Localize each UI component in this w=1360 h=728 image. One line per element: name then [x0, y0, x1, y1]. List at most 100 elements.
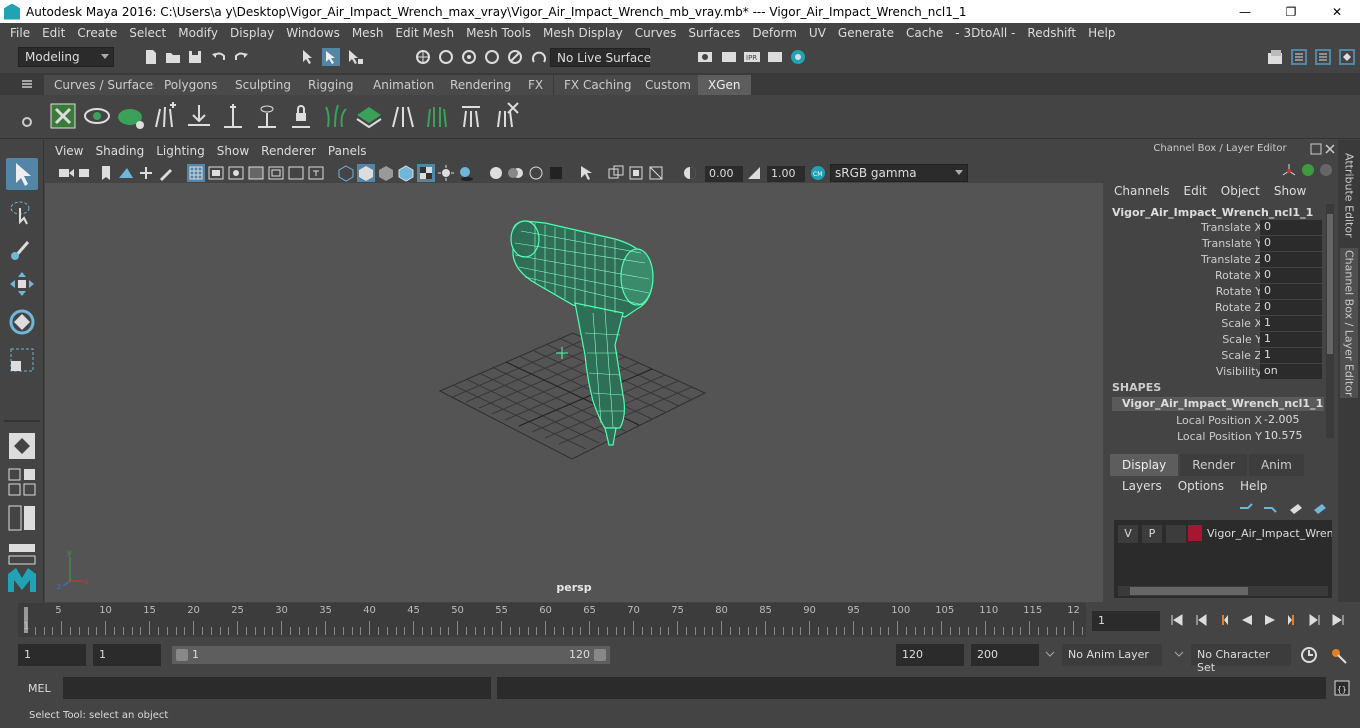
float-panel-icon[interactable] — [1310, 143, 1322, 155]
mel-command-input[interactable] — [63, 677, 491, 699]
range-bar[interactable]: 1 120 — [172, 646, 610, 664]
mode-selector[interactable]: Modeling — [18, 47, 114, 67]
xgen-groom-brush-icon[interactable] — [422, 101, 452, 131]
use-all-lights-icon[interactable] — [437, 164, 455, 182]
range-end-handle[interactable] — [594, 649, 606, 661]
open-scene-icon[interactable] — [164, 48, 182, 66]
menu-select[interactable]: Select — [123, 26, 172, 40]
image-plane-icon[interactable] — [117, 164, 135, 182]
field-chart-icon[interactable] — [267, 164, 285, 182]
attr-value[interactable]: 0 — [1260, 284, 1322, 299]
snap-to-curve-icon[interactable] — [437, 48, 455, 66]
panel-menu-show[interactable]: Show — [211, 144, 255, 158]
exposure-icon[interactable] — [681, 164, 699, 182]
camera-attributes-icon[interactable] — [77, 164, 95, 182]
create-layer-from-selected-icon[interactable] — [1312, 500, 1328, 514]
xgen-preview-icon[interactable] — [82, 101, 112, 131]
2d-pan-zoom-icon[interactable] — [137, 164, 155, 182]
3d-viewport[interactable]: y x z persp — [45, 183, 1103, 602]
step-forward-key-icon[interactable] — [1308, 613, 1322, 627]
manipulator-icon[interactable] — [1280, 162, 1298, 180]
shelf-tab-custom[interactable]: Custom — [635, 75, 701, 95]
gamma-field[interactable]: 1.00 — [767, 166, 805, 182]
xgen-convert-icon[interactable] — [456, 101, 486, 131]
shadows-icon[interactable] — [457, 164, 475, 182]
safe-title-icon[interactable] — [307, 164, 325, 182]
menu-generate[interactable]: Generate — [832, 26, 900, 40]
go-to-end-icon[interactable] — [1331, 613, 1345, 627]
hypershade-icon[interactable] — [789, 48, 807, 66]
shelf-tab-rendering[interactable]: Rendering — [440, 75, 522, 95]
tab-anim[interactable]: Anim — [1248, 454, 1304, 476]
attr-translate-x[interactable]: Translate X0 — [1104, 220, 1324, 236]
ipr-render-icon[interactable]: IPR — [743, 48, 761, 66]
xgen-grass-icon[interactable] — [320, 101, 350, 131]
layer-playback-toggle[interactable]: P — [1142, 525, 1162, 543]
attr-scale-z[interactable]: Scale Z1 — [1104, 348, 1324, 364]
attr-value[interactable]: 1 — [1260, 316, 1322, 331]
menu-cache[interactable]: Cache — [900, 26, 949, 40]
xgen-delete-icon[interactable] — [490, 101, 520, 131]
move-tool-button[interactable] — [6, 268, 38, 300]
safe-action-icon[interactable] — [287, 164, 305, 182]
menu-edit[interactable]: Edit — [36, 26, 71, 40]
snap-to-point-icon[interactable] — [460, 48, 478, 66]
script-editor-icon[interactable]: {} — [1333, 679, 1351, 697]
layer-color-swatch[interactable] — [1188, 525, 1202, 541]
wireframe-on-shaded-icon[interactable] — [397, 164, 415, 182]
attr-rotate-x[interactable]: Rotate X0 — [1104, 268, 1324, 284]
select-by-hierarchy-icon[interactable] — [300, 48, 318, 66]
play-backwards-icon[interactable] — [1240, 613, 1254, 627]
gamma-icon[interactable] — [745, 164, 763, 182]
maximize-button[interactable]: ❐ — [1268, 0, 1314, 23]
step-forward-frame-icon[interactable] — [1286, 613, 1300, 627]
lasso-tool-button[interactable] — [6, 196, 38, 228]
toggle-tool-settings-icon[interactable] — [1314, 48, 1332, 66]
exposure-field[interactable]: 0.00 — [705, 166, 743, 182]
mel-language-toggle[interactable]: MEL — [28, 682, 51, 695]
gate-mask-icon[interactable] — [247, 164, 265, 182]
menu-redshift[interactable]: Redshift — [1021, 26, 1082, 40]
isolate-select-icon[interactable] — [577, 164, 595, 182]
smooth-shade-icon[interactable] — [357, 164, 375, 182]
shelf-tab-polygons[interactable]: Polygons — [154, 75, 228, 95]
wireframe-icon[interactable] — [337, 164, 355, 182]
panel-menu-panels[interactable]: Panels — [322, 144, 373, 158]
step-back-key-icon[interactable] — [1194, 613, 1208, 627]
chevron-down-icon[interactable] — [1044, 649, 1056, 659]
attr-translate-z[interactable]: Translate Z0 — [1104, 252, 1324, 268]
panel-menu-renderer[interactable]: Renderer — [255, 144, 322, 158]
anim-layer-selector[interactable]: No Anim Layer — [1062, 644, 1162, 666]
attr-scale-y[interactable]: Scale Y1 — [1104, 332, 1324, 348]
menu-mesh-display[interactable]: Mesh Display — [537, 26, 629, 40]
save-scene-icon[interactable] — [186, 48, 204, 66]
panel-menu-lighting[interactable]: Lighting — [150, 144, 211, 158]
attr-visibility[interactable]: Visibility on — [1104, 364, 1324, 380]
new-scene-icon[interactable] — [142, 48, 160, 66]
current-frame-field[interactable]: 1 — [1092, 611, 1160, 631]
attr-value[interactable]: 0 — [1260, 268, 1322, 283]
menu-help[interactable]: Help — [1082, 26, 1121, 40]
attr-local-position-y[interactable]: Local Position Y 10.575 — [1104, 429, 1324, 445]
xgen-create-description-icon[interactable] — [116, 101, 146, 131]
attr-value[interactable]: 0 — [1260, 252, 1322, 267]
play-forwards-icon[interactable] — [1263, 613, 1277, 627]
menu-edit-mesh[interactable]: Edit Mesh — [389, 26, 460, 40]
auto-key-icon[interactable] — [1299, 645, 1319, 665]
menu-3dtoall[interactable]: - 3DtoAll - — [949, 26, 1021, 40]
step-back-frame-icon[interactable] — [1216, 613, 1230, 627]
grid-toggle-icon[interactable] — [187, 164, 205, 182]
time-slider-track[interactable]: 1 5 10 15 20 25 30 35 40 45 50 55 60 65 70 75 80 85 90 95 1… — [18, 603, 1086, 637]
chevron-down-icon[interactable] — [1173, 649, 1185, 659]
single-pane-layout-button[interactable] — [6, 430, 38, 462]
cb-menu-channels[interactable]: Channels — [1114, 184, 1170, 198]
shelf-menu-icon[interactable] — [20, 77, 34, 91]
go-to-start-icon[interactable] — [1170, 613, 1184, 627]
screen-space-ao-icon[interactable] — [487, 164, 505, 182]
animation-end-field[interactable]: 200 — [971, 644, 1039, 666]
scrollbar-thumb[interactable] — [1130, 587, 1248, 595]
shelf-tab-rigging[interactable]: Rigging — [298, 75, 364, 95]
make-live-icon[interactable] — [506, 48, 524, 66]
scrollbar-thumb[interactable] — [1327, 214, 1333, 354]
render-view-icon[interactable] — [766, 48, 784, 66]
